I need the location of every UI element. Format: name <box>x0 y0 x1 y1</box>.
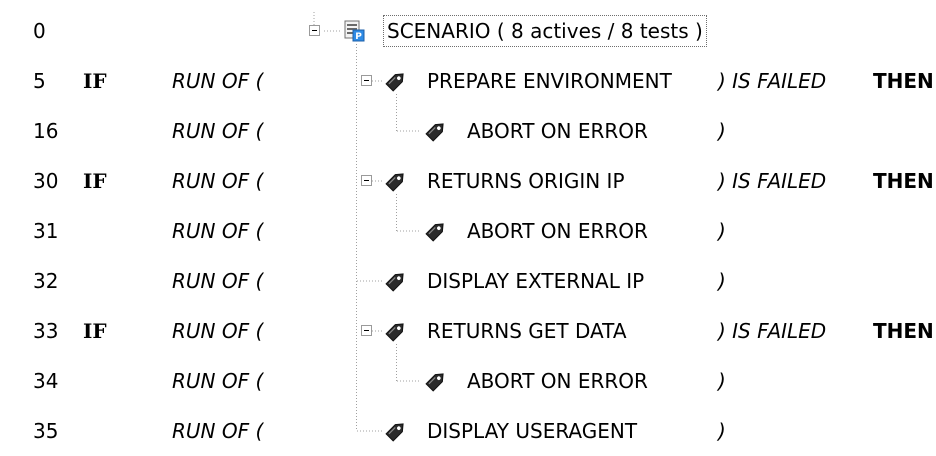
scenario-label[interactable]: SCENARIO ( 8 actives / 8 tests ) <box>383 15 707 47</box>
condition-keyword: IF <box>83 319 107 343</box>
tag-icon <box>425 123 444 142</box>
test-name[interactable]: DISPLAY USERAGENT <box>427 406 637 456</box>
test-row[interactable]: 35 RUN OF ( DISPLAY USERAGENT) <box>0 406 936 456</box>
run-of-label: RUN OF ( <box>172 419 264 443</box>
run-of-label: RUN OF ( <box>172 119 264 143</box>
tag-icon <box>425 373 444 392</box>
test-name[interactable]: ABORT ON ERROR <box>467 206 648 256</box>
condition-close: ) <box>718 369 726 393</box>
test-row[interactable]: 16 RUN OF ( ABORT ON ERROR) <box>0 106 936 156</box>
tag-icon <box>385 423 404 442</box>
test-row[interactable]: 33 IF RUN OF ( RETURNS GET DATA ) IS FAILED T… <box>0 306 936 356</box>
condition-close: ) IS FAILED <box>718 169 827 193</box>
test-name[interactable]: ABORT ON ERROR <box>467 106 648 156</box>
condition-keyword: IF <box>83 69 107 93</box>
condition-close: ) <box>718 219 726 243</box>
line-number: 32 <box>33 269 59 293</box>
svg-text:P: P <box>355 32 362 42</box>
run-of-label: RUN OF ( <box>172 219 264 243</box>
condition-close: ) <box>718 269 726 293</box>
test-row[interactable]: 30 IF RUN OF ( RETURNS ORIGIN IP ) IS FAILED… <box>0 156 936 206</box>
collapse-expander-icon[interactable] <box>361 325 372 336</box>
line-number: 31 <box>33 219 59 243</box>
tag-icon <box>385 73 404 92</box>
test-name[interactable]: PREPARE ENVIRONMENT <box>427 56 672 106</box>
tag-icon <box>385 173 404 192</box>
condition-close: ) <box>718 119 726 143</box>
test-name[interactable]: ABORT ON ERROR <box>467 356 648 406</box>
test-row[interactable]: 31 RUN OF ( ABORT ON ERROR) <box>0 206 936 256</box>
line-number: 35 <box>33 419 59 443</box>
tag-icon <box>425 223 444 242</box>
line-number: 34 <box>33 369 59 393</box>
then-keyword: THEN <box>873 169 934 193</box>
test-name[interactable]: RETURNS ORIGIN IP <box>427 156 625 206</box>
tag-icon <box>385 273 404 292</box>
then-keyword: THEN <box>873 69 934 93</box>
run-of-label: RUN OF ( <box>172 169 264 193</box>
run-of-label: RUN OF ( <box>172 369 264 393</box>
run-of-label: RUN OF ( <box>172 319 264 343</box>
line-number: 30 <box>33 169 59 193</box>
condition-close: ) IS FAILED <box>718 319 827 343</box>
run-of-label: RUN OF ( <box>172 69 264 93</box>
test-row[interactable]: 5 IF RUN OF ( PREPARE ENVIRONMENT ) IS FAILE… <box>0 56 936 106</box>
test-name[interactable]: DISPLAY EXTERNAL IP <box>427 256 644 306</box>
scenario-p-icon: P <box>344 20 365 42</box>
then-keyword: THEN <box>873 319 934 343</box>
line-number: 5 <box>33 69 46 93</box>
line-number: 16 <box>33 119 59 143</box>
condition-keyword: IF <box>83 169 107 193</box>
condition-close: ) <box>718 419 726 443</box>
line-number: 0 <box>33 19 46 43</box>
scenario-row[interactable]: 0 P SCENARIO ( 8 actives / 8 tests ) <box>0 6 936 56</box>
collapse-expander-icon[interactable] <box>361 175 372 186</box>
test-row[interactable]: 32 RUN OF ( DISPLAY EXTERNAL IP) <box>0 256 936 306</box>
line-number: 33 <box>33 319 59 343</box>
tag-icon <box>385 323 404 342</box>
run-of-label: RUN OF ( <box>172 269 264 293</box>
collapse-expander-icon[interactable] <box>361 75 372 86</box>
test-row[interactable]: 34 RUN OF ( ABORT ON ERROR) <box>0 356 936 406</box>
condition-close: ) IS FAILED <box>718 69 827 93</box>
collapse-expander-icon[interactable] <box>309 25 320 36</box>
test-name[interactable]: RETURNS GET DATA <box>427 306 627 356</box>
